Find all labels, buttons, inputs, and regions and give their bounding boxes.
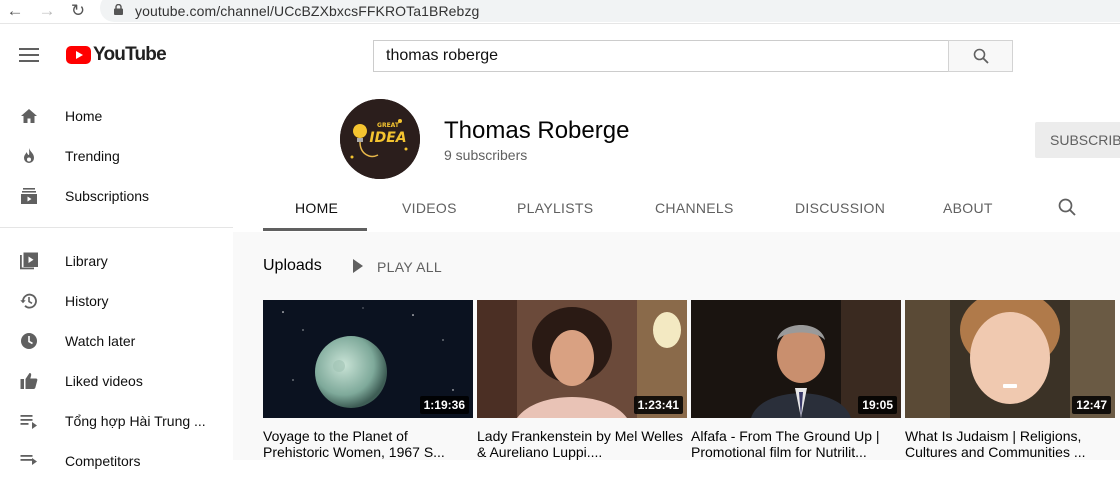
reload-icon[interactable]: ↻	[68, 2, 88, 22]
video-card[interactable]: 1:19:36 Voyage to the Planet of Prehisto…	[263, 300, 473, 460]
channel-search-icon[interactable]	[1058, 198, 1076, 216]
tab-channels[interactable]: CHANNELS	[655, 200, 734, 216]
url-text[interactable]: youtube.com/channel/UCcBZXbxcsFFKROTa1BR…	[135, 3, 479, 19]
library-icon	[20, 252, 38, 270]
lock-icon	[114, 4, 123, 15]
sidebar: Home Trending Subscriptions Library Hist…	[0, 84, 233, 469]
sidebar-item-label: History	[65, 293, 109, 309]
tab-playlists[interactable]: PLAYLISTS	[517, 200, 593, 216]
sidebar-item-label: Trending	[65, 148, 120, 164]
active-tab-indicator	[263, 228, 367, 231]
video-thumbnail[interactable]: 1:23:41	[477, 300, 687, 418]
channel-avatar[interactable]: GREAT IDEA	[340, 99, 420, 179]
youtube-logo-icon[interactable]	[66, 46, 91, 64]
video-title[interactable]: Alfafa - From The Ground Up | Promotiona…	[691, 428, 899, 460]
video-duration: 1:23:41	[633, 396, 683, 414]
video-card[interactable]: 12:47 What Is Judaism | Religions, Cultu…	[905, 300, 1115, 460]
tab-discussion[interactable]: DISCUSSION	[795, 200, 885, 216]
subscriber-count: 9 subscribers	[444, 147, 528, 163]
search-input[interactable]: thomas roberge	[373, 40, 949, 72]
sidebar-item-competitors[interactable]: Competitors	[0, 441, 233, 481]
playlist-icon	[20, 455, 37, 465]
sidebar-item-label: Liked videos	[65, 373, 143, 389]
avatar-text-main: IDEA	[369, 130, 406, 146]
channel-header: GREAT IDEA Thomas Roberge 9 subscribers …	[233, 84, 1120, 232]
sidebar-item-history[interactable]: History	[0, 281, 233, 321]
sidebar-item-label: Tổng hợp Hài Trung ...	[65, 413, 206, 429]
sidebar-item-label: Library	[65, 253, 108, 269]
avatar-text-top: GREAT	[377, 122, 400, 129]
sidebar-item-watch-later[interactable]: Watch later	[0, 321, 233, 361]
video-thumbnail[interactable]: 19:05	[691, 300, 901, 418]
play-all-label: PLAY ALL	[377, 259, 442, 275]
tab-videos[interactable]: VIDEOS	[402, 200, 457, 216]
lightbulb-icon: GREAT IDEA	[340, 99, 420, 179]
menu-icon[interactable]	[19, 48, 39, 62]
flame-icon	[24, 148, 34, 163]
video-duration: 19:05	[858, 396, 897, 414]
history-icon	[20, 293, 37, 309]
sidebar-item-home[interactable]: Home	[0, 96, 233, 136]
channel-name: Thomas Roberge	[444, 117, 630, 144]
uploads-heading[interactable]: Uploads	[263, 257, 322, 275]
video-card[interactable]: 19:05 Alfafa - From The Ground Up | Prom…	[691, 300, 901, 460]
sidebar-item-playlist[interactable]: Tổng hợp Hài Trung ...	[0, 401, 233, 441]
video-thumbnail[interactable]: 1:19:36	[263, 300, 473, 418]
video-duration: 12:47	[1072, 396, 1111, 414]
clock-icon	[21, 333, 37, 349]
back-arrow-icon[interactable]: ←	[5, 2, 25, 22]
thumbs-up-icon	[20, 373, 38, 389]
forward-arrow-icon[interactable]: →	[37, 2, 57, 22]
subscriptions-icon	[21, 188, 37, 204]
video-title[interactable]: Lady Frankenstein by Mel Welles & Aureli…	[477, 428, 685, 460]
tab-about[interactable]: ABOUT	[943, 200, 993, 216]
search-button[interactable]	[948, 40, 1013, 72]
sidebar-item-trending[interactable]: Trending	[0, 136, 233, 176]
video-thumbnail[interactable]: 12:47	[905, 300, 1115, 418]
search-icon	[973, 48, 989, 64]
sidebar-item-liked-videos[interactable]: Liked videos	[0, 361, 233, 401]
video-duration: 1:19:36	[419, 396, 469, 414]
logo-text[interactable]: YouTube	[93, 44, 167, 66]
sidebar-divider	[0, 227, 233, 228]
playlist-icon	[20, 415, 37, 429]
sidebar-item-label: Subscriptions	[65, 188, 150, 204]
video-title[interactable]: Voyage to the Planet of Prehistoric Wome…	[263, 428, 471, 460]
home-icon	[21, 109, 37, 123]
sidebar-item-label: Competitors	[65, 453, 141, 469]
sidebar-item-label: Home	[65, 108, 103, 124]
play-icon	[353, 259, 363, 273]
channel-page: GREAT IDEA Thomas Roberge 9 subscribers …	[233, 84, 1120, 460]
subscribe-button[interactable]: SUBSCRIBE	[1035, 122, 1120, 158]
play-all-button[interactable]: PLAY ALL	[349, 258, 449, 278]
tab-home[interactable]: HOME	[295, 200, 338, 216]
sidebar-item-subscriptions[interactable]: Subscriptions	[0, 176, 233, 216]
video-title[interactable]: What Is Judaism | Religions, Cultures an…	[905, 428, 1113, 460]
video-card[interactable]: 1:23:41 Lady Frankenstein by Mel Welles …	[477, 300, 687, 460]
masthead: YouTube thomas roberge	[0, 24, 1120, 84]
sidebar-item-library[interactable]: Library	[0, 241, 233, 281]
browser-toolbar: ← → ↻ youtube.com/channel/UCcBZXbxcsFFKR…	[0, 0, 1120, 24]
sidebar-item-label: Watch later	[65, 333, 136, 349]
